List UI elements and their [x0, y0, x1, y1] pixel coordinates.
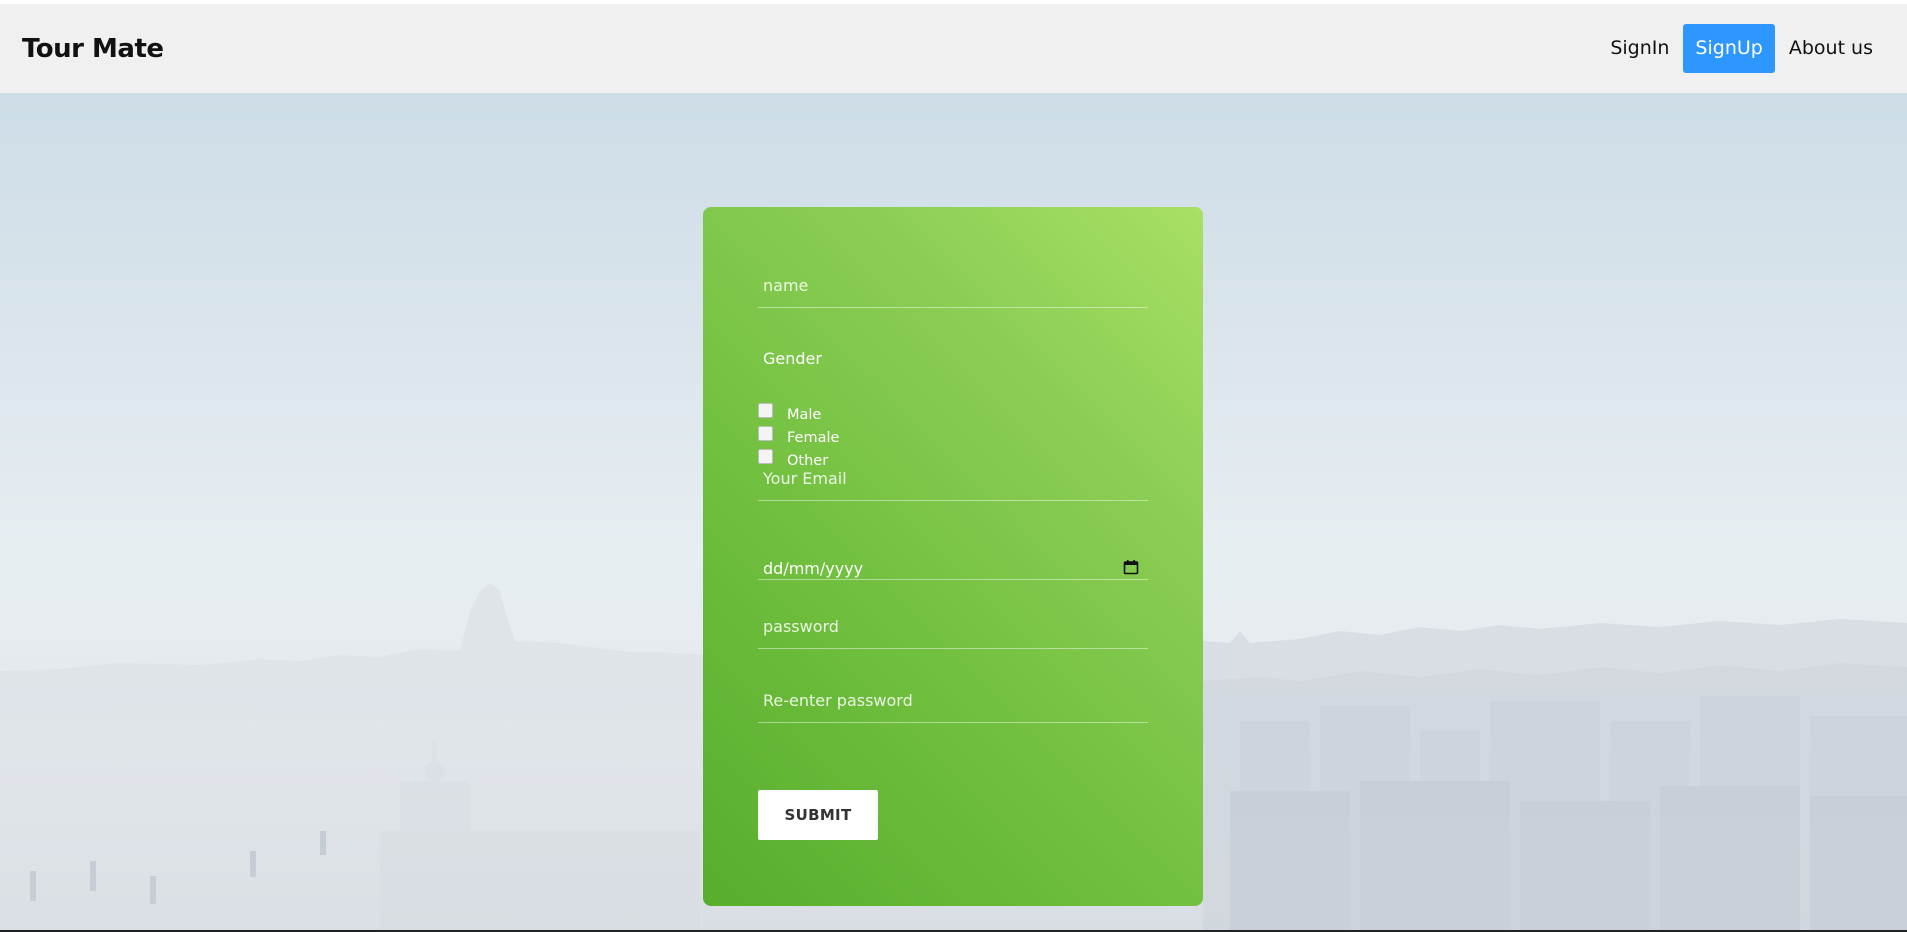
male-checkbox[interactable]	[758, 403, 773, 418]
brand-logo[interactable]: Tour Mate	[22, 34, 164, 64]
email-field	[758, 456, 1148, 501]
nav-signup-link[interactable]: SignUp	[1683, 24, 1775, 73]
name-field	[758, 263, 1148, 308]
male-label: Male	[787, 407, 822, 423]
gender-option-female[interactable]: Female	[758, 426, 840, 446]
female-checkbox[interactable]	[758, 426, 773, 441]
navbar: Tour Mate SignIn SignUp About us	[0, 4, 1907, 93]
password-input[interactable]	[758, 604, 1148, 648]
reenter-password-input[interactable]	[758, 678, 1148, 722]
date-input[interactable]: dd/mm/yyyy	[763, 559, 863, 578]
calendar-icon[interactable]	[1123, 559, 1139, 575]
password-field	[758, 604, 1148, 649]
signup-form-card: Gender Male Female Other dd/mm/yyyy SUBM…	[703, 207, 1203, 906]
name-input[interactable]	[758, 263, 1148, 307]
nav-signin-link[interactable]: SignIn	[1598, 24, 1681, 73]
email-input[interactable]	[758, 456, 1148, 500]
gender-label: Gender	[763, 349, 822, 368]
nav-links: SignIn SignUp About us	[1598, 24, 1885, 73]
gender-option-male[interactable]: Male	[758, 403, 822, 423]
reenter-password-field	[758, 678, 1148, 723]
submit-button[interactable]: SUBMIT	[758, 790, 878, 840]
female-label: Female	[787, 430, 840, 446]
nav-about-link[interactable]: About us	[1777, 24, 1885, 73]
